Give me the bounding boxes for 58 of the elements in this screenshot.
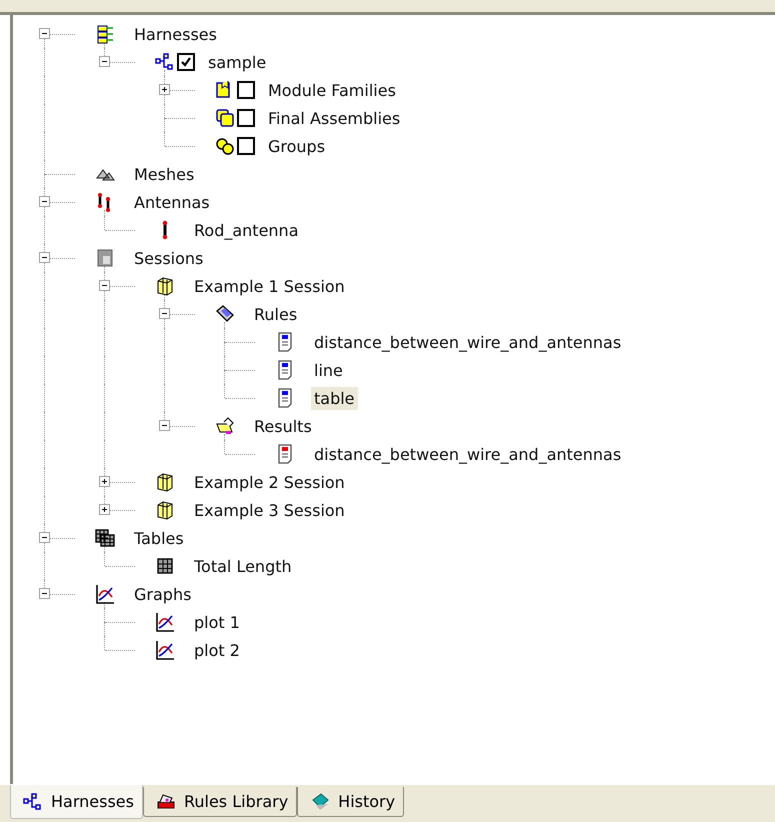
- folder-icon: [215, 416, 235, 436]
- circles-icon: [215, 136, 235, 156]
- session-box-icon: [155, 472, 175, 492]
- tab[interactable]: Rules Library: [142, 787, 298, 817]
- expand-button[interactable]: [99, 476, 110, 487]
- collapse-button[interactable]: [39, 252, 50, 263]
- session-box-icon: [155, 500, 175, 520]
- chart-icon: [155, 640, 175, 660]
- tree-diagram-icon: [155, 52, 175, 72]
- tree-item[interactable]: line: [311, 358, 346, 382]
- tree-item[interactable]: distance_between_wire_and_antennas: [311, 442, 624, 466]
- collapse-button[interactable]: [99, 280, 110, 291]
- collapse-button[interactable]: [39, 532, 50, 543]
- chart-icon: [95, 584, 115, 604]
- tree-item[interactable]: sample: [205, 50, 270, 74]
- collapse-button[interactable]: [159, 420, 170, 431]
- tree-item[interactable]: Total Length: [191, 554, 295, 578]
- tree-item[interactable]: Rules: [251, 302, 300, 326]
- tree-item[interactable]: Meshes: [131, 162, 198, 186]
- collapse-button[interactable]: [39, 196, 50, 207]
- chart-icon: [155, 612, 175, 632]
- table-icon: [95, 528, 115, 548]
- tree-item[interactable]: Graphs: [131, 582, 194, 606]
- tree-item[interactable]: distance_between_wire_and_antennas: [311, 330, 624, 354]
- tab[interactable]: History: [297, 787, 404, 817]
- library-icon: [156, 792, 176, 812]
- session-box-icon: [155, 276, 175, 296]
- tree-item[interactable]: plot 1: [191, 610, 243, 634]
- tree-item[interactable]: Tables: [131, 526, 187, 550]
- checkbox[interactable]: [237, 137, 255, 155]
- expand-button[interactable]: [99, 504, 110, 515]
- tree-item[interactable]: Example 3 Session: [191, 498, 348, 522]
- table-icon: [155, 556, 175, 576]
- tab[interactable]: Harnesses: [10, 785, 143, 819]
- collapse-button[interactable]: [99, 56, 110, 67]
- checkbox[interactable]: [237, 81, 255, 99]
- tree-item[interactable]: Module Families: [265, 78, 399, 102]
- collapse-button[interactable]: [39, 28, 50, 39]
- expand-button[interactable]: [159, 84, 170, 95]
- tree-item[interactable]: table: [311, 386, 358, 410]
- tree-item[interactable]: Example 2 Session: [191, 470, 348, 494]
- tree-item[interactable]: Example 1 Session: [191, 274, 348, 298]
- session-box-icon: [95, 248, 115, 268]
- tree-item[interactable]: Results: [251, 414, 315, 438]
- checkbox[interactable]: [237, 109, 255, 127]
- collapse-button[interactable]: [159, 308, 170, 319]
- antenna-icon: [161, 220, 169, 240]
- tree-item[interactable]: Harnesses: [131, 22, 220, 46]
- collapse-button[interactable]: [39, 588, 50, 599]
- tree-item[interactable]: Final Assemblies: [265, 106, 404, 130]
- check-mark-icon: [180, 56, 192, 68]
- checkbox[interactable]: [177, 53, 195, 71]
- tree-item[interactable]: Sessions: [131, 246, 206, 270]
- tree-item[interactable]: Groups: [265, 134, 328, 158]
- tree-item[interactable]: plot 2: [191, 638, 243, 662]
- stacked-squares-icon: [215, 108, 235, 128]
- tree-item[interactable]: Rod_antenna: [191, 218, 302, 242]
- tree-item[interactable]: Antennas: [131, 190, 213, 214]
